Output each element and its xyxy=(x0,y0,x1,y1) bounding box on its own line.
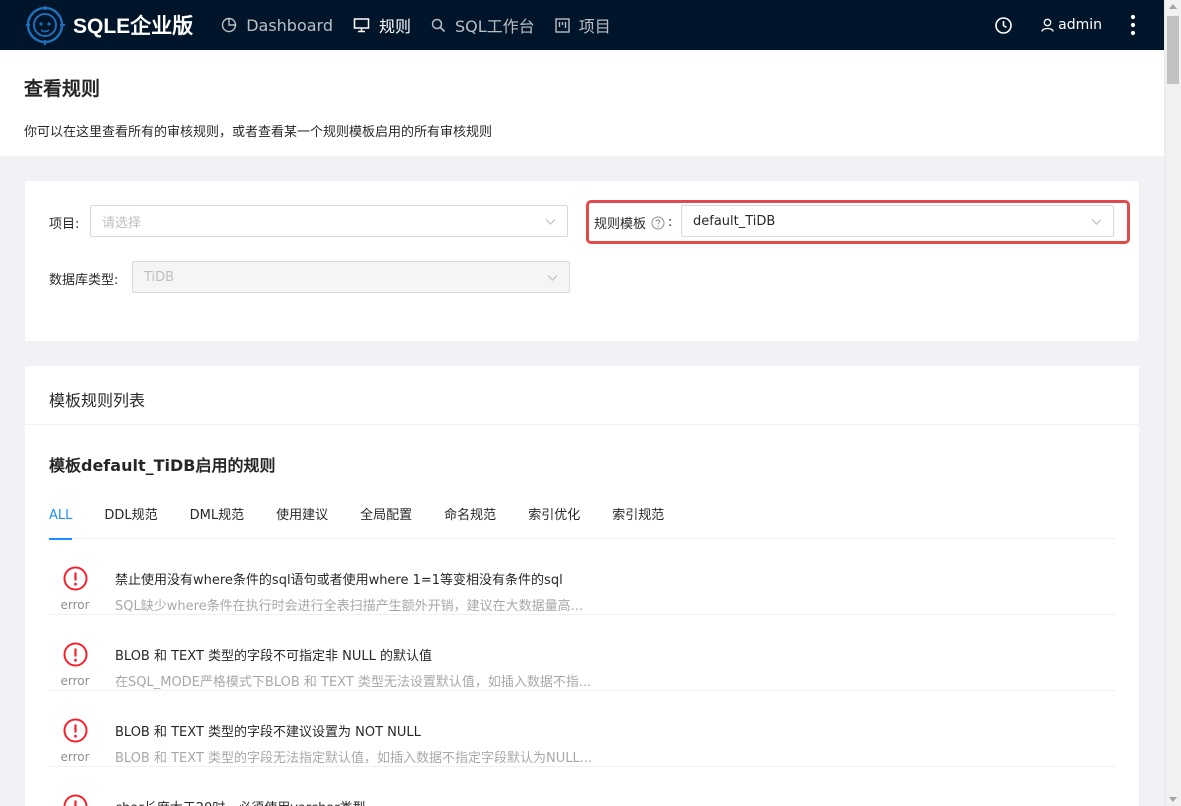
tab-all[interactable]: ALL xyxy=(49,496,73,540)
pie-chart-icon xyxy=(221,17,237,33)
error-circle-icon xyxy=(63,794,88,806)
tab-naming[interactable]: 命名规范 xyxy=(444,496,496,539)
rule-title: char长度大于20时，必须使用varchar类型 xyxy=(115,797,366,806)
rule-description: 在SQL_MODE严格模式下BLOB 和 TEXT 类型无法设置默认值，如插入数… xyxy=(115,675,592,690)
scroll-up-arrow-icon[interactable] xyxy=(1169,4,1177,9)
main-nav: Dashboard 规则 SQL工作台 项目 xyxy=(211,0,621,50)
dbtype-label: 数据库类型: xyxy=(49,273,119,288)
tab-index-optimize[interactable]: 索引优化 xyxy=(528,496,580,539)
template-rules-heading: 模板default_TiDB启用的规则 xyxy=(49,456,276,475)
project-select[interactable]: 请选择 xyxy=(90,205,568,237)
rule-title: 禁止使用没有where条件的sql语句或者使用where 1=1等变相没有条件的… xyxy=(115,573,563,588)
rule-description: BLOB 和 TEXT 类型的字段无法指定默认值，如插入数据不指定字段默认为NU… xyxy=(115,751,593,766)
username: admin xyxy=(1058,17,1102,33)
project-select-placeholder: 请选择 xyxy=(102,215,142,231)
nav-item-sql-workbench[interactable]: SQL工作台 xyxy=(421,0,545,50)
nav-label-sql-workbench: SQL工作台 xyxy=(455,17,535,36)
rule-list: error 禁止使用没有where条件的sql语句或者使用where 1=1等变… xyxy=(49,539,1116,806)
brand-name: SQLE企业版 xyxy=(73,15,194,38)
page-description: 你可以在这里查看所有的审核规则，或者查看某一个规则模板启用的所有审核规则 xyxy=(24,125,493,140)
card-title: 模板规则列表 xyxy=(49,391,146,410)
dbtype-select-value: TiDB xyxy=(144,269,175,285)
error-circle-icon xyxy=(63,642,88,667)
project-label: 项目: xyxy=(49,217,80,232)
rule-level: error xyxy=(60,674,90,688)
list-item: error BLOB 和 TEXT 类型的字段不可指定非 NULL 的默认值 在… xyxy=(49,615,1116,691)
tab-ddl[interactable]: DDL规范 xyxy=(104,496,157,539)
sqle-logo-icon xyxy=(26,6,65,45)
nav-item-projects[interactable]: 项目 xyxy=(545,0,621,50)
nav-label-rules: 规则 xyxy=(379,17,412,36)
dbtype-select[interactable]: TiDB xyxy=(132,261,570,293)
more-vertical-icon[interactable] xyxy=(1130,14,1136,36)
rule-description: SQL缺少where条件在执行时会进行全表扫描产生额外开销，建议在大数据量高..… xyxy=(115,599,584,614)
rule-level: error xyxy=(60,598,90,612)
rule-list-card: 模板规则列表 模板default_TiDB启用的规则 ALL DDL规范 DML… xyxy=(25,366,1139,806)
header-actions: admin xyxy=(994,0,1164,50)
tab-usage-advice[interactable]: 使用建议 xyxy=(276,496,328,539)
user-icon xyxy=(1041,18,1054,32)
page-scrollbar[interactable] xyxy=(1164,0,1181,806)
list-item: error char长度大于20时，必须使用varchar类型 xyxy=(49,767,1116,806)
desktop-icon xyxy=(353,18,370,33)
nav-label-projects: 项目 xyxy=(578,17,611,36)
template-highlight-box xyxy=(586,200,1130,244)
rule-title: BLOB 和 TEXT 类型的字段不可指定非 NULL 的默认值 xyxy=(115,649,433,664)
user-menu[interactable]: admin xyxy=(1041,17,1102,33)
project-icon xyxy=(554,17,570,33)
list-item: error BLOB 和 TEXT 类型的字段不建议设置为 NOT NULL B… xyxy=(49,691,1116,767)
chevron-down-icon xyxy=(547,275,558,281)
chevron-down-icon xyxy=(545,219,556,225)
tab-dml[interactable]: DML规范 xyxy=(190,496,244,539)
card-divider xyxy=(25,424,1139,425)
brand[interactable]: SQLE企业版 xyxy=(0,0,193,50)
list-item: error 禁止使用没有where条件的sql语句或者使用where 1=1等变… xyxy=(49,539,1116,615)
tab-global-config[interactable]: 全局配置 xyxy=(360,496,412,539)
search-icon xyxy=(431,18,446,32)
scroll-down-arrow-icon[interactable] xyxy=(1169,797,1177,802)
rule-category-tabs: ALL DDL规范 DML规范 使用建议 全局配置 命名规范 索引优化 索引规范 xyxy=(49,496,1116,540)
nav-item-dashboard[interactable]: Dashboard xyxy=(211,0,343,50)
error-circle-icon xyxy=(63,718,88,743)
rule-level: error xyxy=(60,750,90,764)
top-header: SQLE企业版 Dashboard 规则 SQL工作台 项目 admin xyxy=(0,0,1164,50)
nav-item-rules[interactable]: 规则 xyxy=(343,0,421,50)
error-circle-icon xyxy=(63,566,88,591)
scroll-thumb[interactable] xyxy=(1167,16,1179,84)
page-title: 查看规则 xyxy=(24,78,101,100)
rule-title: BLOB 和 TEXT 类型的字段不建议设置为 NOT NULL xyxy=(115,725,421,740)
tab-index-standard[interactable]: 索引规范 xyxy=(612,496,664,539)
nav-label-dashboard: Dashboard xyxy=(246,15,333,35)
history-icon[interactable] xyxy=(994,16,1013,35)
page-header: 查看规则 你可以在这里查看所有的审核规则，或者查看某一个规则模板启用的所有审核规… xyxy=(0,50,1164,156)
